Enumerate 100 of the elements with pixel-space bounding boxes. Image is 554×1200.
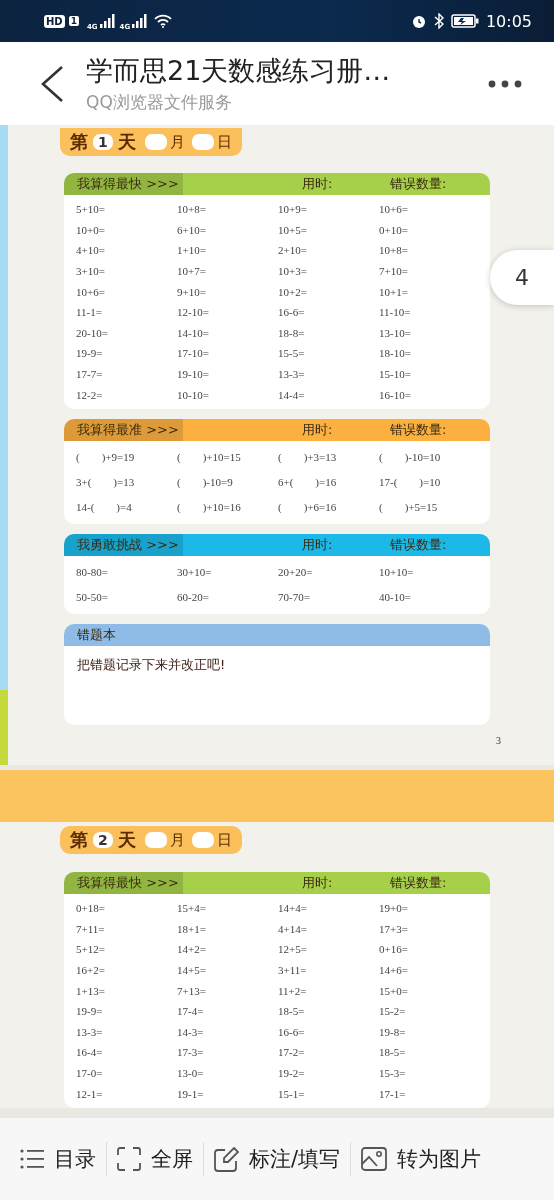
- math-problem: 10-10=: [177, 387, 210, 403]
- math-problem: 10+9=: [278, 202, 308, 218]
- time-label: 用时:: [302, 420, 334, 439]
- math-problem: 9+10=: [177, 284, 207, 300]
- image-icon: [361, 1147, 388, 1171]
- day-number: 2: [93, 832, 113, 848]
- fullscreen-icon: [117, 1147, 141, 1171]
- math-problem: 4+14=: [278, 921, 308, 937]
- math-problem: ( )+10=15: [177, 449, 242, 465]
- month-blank: [144, 134, 167, 150]
- math-problem: 12-2=: [76, 387, 104, 403]
- math-problem: 10+3=: [278, 264, 308, 280]
- math-problem: 10+1=: [379, 284, 409, 300]
- toolbar-button[interactable]: 标注/填写: [214, 1145, 341, 1173]
- note-text: 把错题记录下来并改正吧!: [77, 656, 226, 672]
- math-problem: 10+6=: [379, 202, 409, 218]
- date-label: 日: [216, 132, 232, 152]
- math-problem: 15+4=: [177, 901, 207, 917]
- math-problem: 18-10=: [379, 346, 412, 362]
- math-problem: 15-2=: [379, 1004, 407, 1020]
- errors-label: 错误数量:: [390, 420, 447, 439]
- math-problem: ( )-10=9: [177, 474, 234, 490]
- back-icon[interactable]: [40, 64, 64, 103]
- math-problem: 2+10=: [278, 243, 308, 259]
- math-problem: 20-10=: [76, 325, 109, 341]
- signal-icon: [99, 14, 116, 28]
- math-problem: 10+8=: [177, 202, 207, 218]
- math-problem: 16-6=: [278, 305, 306, 321]
- math-problem: 40-10=: [379, 590, 412, 606]
- math-problem: ( )+3=13: [278, 449, 338, 465]
- math-problem: 10+0=: [76, 222, 106, 238]
- math-problem: 19-9=: [76, 1004, 104, 1020]
- toolbar-button[interactable]: 全屏: [117, 1145, 193, 1173]
- math-problem: 10+7=: [177, 264, 207, 280]
- math-problem: 14-( )=4: [76, 499, 133, 515]
- math-problem: 1+13=: [76, 983, 106, 999]
- math-problem: 12-1=: [76, 1086, 104, 1102]
- page-indicator[interactable]: 4: [490, 250, 554, 305]
- day-prefix: 第: [70, 130, 88, 154]
- more-icon[interactable]: [488, 79, 522, 88]
- math-problem: 11-1=: [76, 305, 103, 321]
- math-problem: 17-( )=10: [379, 474, 442, 490]
- errors-label: 错误数量:: [390, 535, 447, 554]
- math-problem: 14+5=: [177, 963, 207, 979]
- math-problem: 5+10=: [76, 202, 106, 218]
- hd-badge: HD: [44, 14, 65, 28]
- day-suffix: 天: [117, 828, 136, 852]
- signal-icon: [132, 14, 149, 28]
- math-problem: ( )+10=16: [177, 499, 242, 515]
- math-problem: 15-3=: [379, 1066, 407, 1082]
- math-problem: ( )+9=19: [76, 449, 136, 465]
- math-problem: 7+11=: [76, 921, 106, 937]
- math-problem: 80-80=: [76, 565, 109, 581]
- math-problem: ( )+6=16: [278, 499, 338, 515]
- wifi-icon: [154, 14, 173, 28]
- math-problem: 3+( )=13: [76, 474, 136, 490]
- math-problem: 15+0=: [379, 983, 409, 999]
- math-problem: 16-6=: [278, 1024, 306, 1040]
- math-problem: 16-4=: [76, 1045, 104, 1061]
- toolbar-button[interactable]: 目录: [20, 1145, 96, 1173]
- math-problem: 7+13=: [177, 983, 207, 999]
- day-suffix: 天: [117, 130, 136, 154]
- math-problem: ( )-10=10: [379, 449, 442, 465]
- math-problem: 0+18=: [76, 901, 106, 917]
- math-problem: 17-0=: [76, 1066, 104, 1082]
- math-problem: 12-10=: [177, 305, 210, 321]
- time-label: 用时:: [302, 535, 334, 554]
- date-blank: [191, 832, 214, 848]
- math-problem: 19+0=: [379, 901, 409, 917]
- math-problem: 6+10=: [177, 222, 207, 238]
- edit-icon: [214, 1146, 239, 1172]
- math-problem: 14-3=: [177, 1024, 205, 1040]
- math-problem: 1+10=: [177, 243, 207, 259]
- math-problem: 17-3=: [177, 1045, 205, 1061]
- math-problem: 14-10=: [177, 325, 210, 341]
- list-icon: [20, 1148, 44, 1170]
- math-problem: 10+6=: [76, 284, 106, 300]
- math-problem: 18-5=: [379, 1045, 407, 1061]
- math-problem: 17-4=: [177, 1004, 205, 1020]
- document-title: 学而思21天数感练习册…: [86, 54, 392, 88]
- day-number: 1: [93, 134, 113, 150]
- math-problem: 17-7=: [76, 367, 104, 383]
- math-problem: 30+10=: [177, 565, 213, 581]
- section-title: 我算得最准 >>>: [64, 418, 183, 441]
- month-label: 月: [169, 830, 185, 850]
- math-problem: 10+10=: [379, 565, 415, 581]
- math-problem: 50-50=: [76, 590, 109, 606]
- math-problem: 20+20=: [278, 565, 314, 581]
- toolbar-button[interactable]: 转为图片: [361, 1145, 482, 1173]
- sim-badge: 1: [68, 16, 79, 26]
- math-problem: 10+8=: [379, 243, 409, 259]
- math-problem: 60-20=: [177, 590, 210, 606]
- month-blank: [144, 832, 167, 848]
- math-problem: 10+2=: [278, 284, 308, 300]
- math-problem: 14+2=: [177, 942, 207, 958]
- math-problem: 13-10=: [379, 325, 412, 341]
- math-problem: 13-0=: [177, 1066, 205, 1082]
- math-problem: 15-10=: [379, 367, 412, 383]
- math-problem: 18-8=: [278, 325, 306, 341]
- math-problem: 17-2=: [278, 1045, 306, 1061]
